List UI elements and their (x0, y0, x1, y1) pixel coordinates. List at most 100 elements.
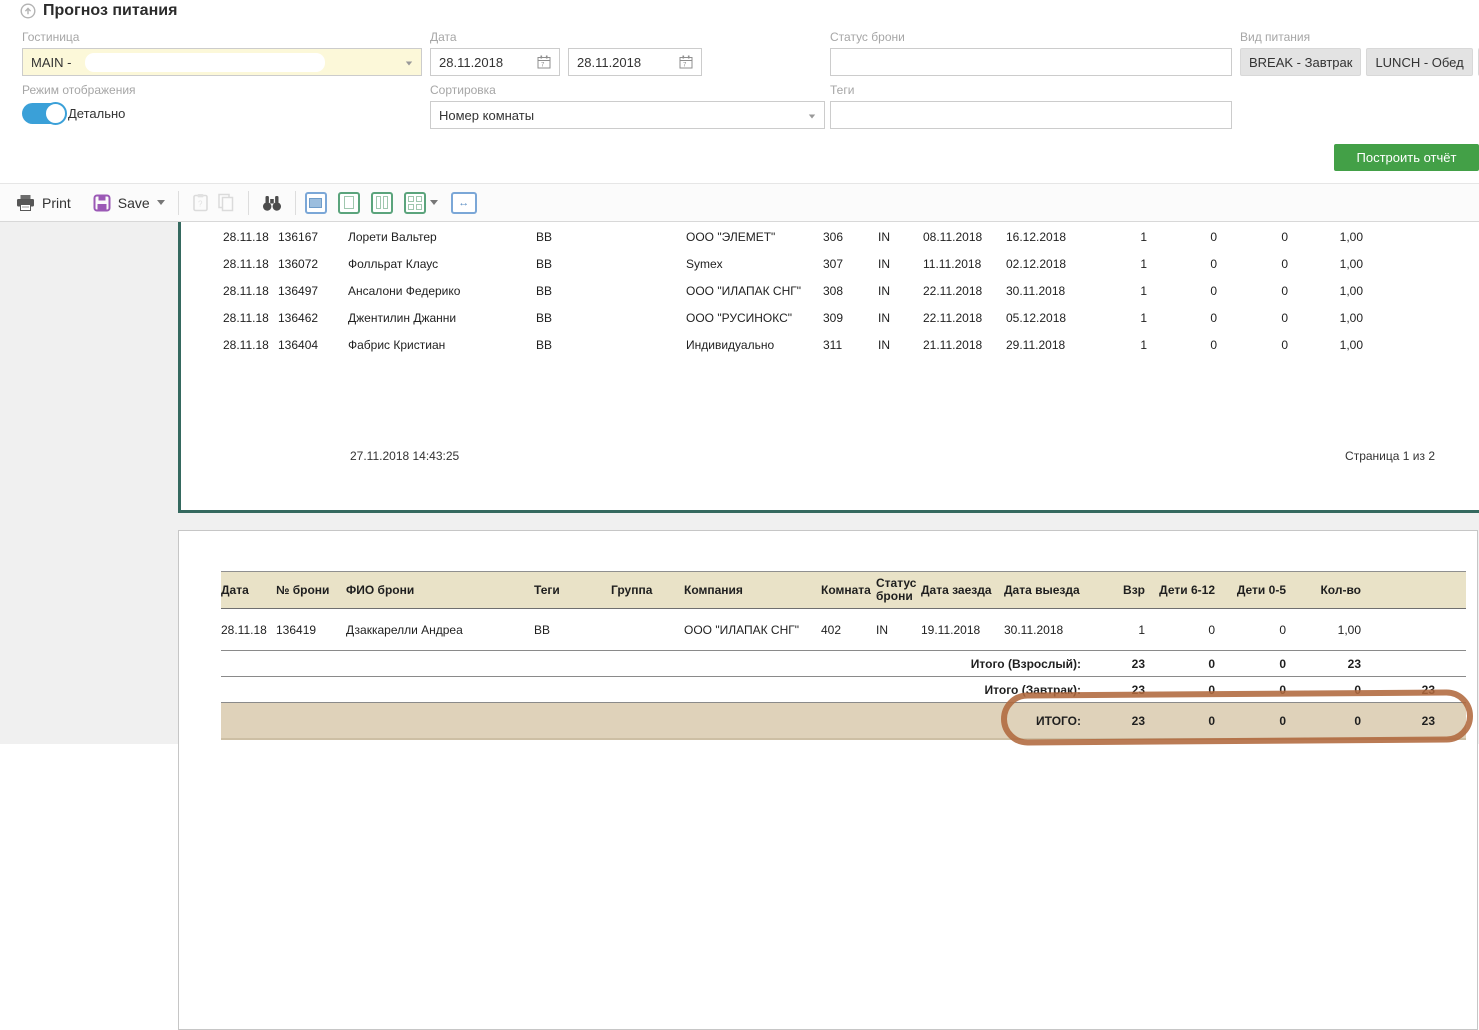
totals-qty: 0 (1294, 712, 1369, 730)
report-toolbar: Print Save ? ↔ (0, 183, 1479, 222)
cell-tags: BB (536, 336, 613, 354)
meal-tag-lunch[interactable]: LUNCH - Обед (1366, 48, 1472, 76)
cell-adults: 1 (1093, 336, 1155, 354)
cell-company: Индивидуально (686, 336, 823, 354)
view-two-pages-button[interactable] (371, 192, 393, 214)
totals-children-6-12: 0 (1153, 712, 1223, 730)
collapse-panel-icon[interactable] (20, 3, 36, 19)
cell-checkout: 29.11.2018 (1006, 336, 1093, 354)
cell-checkin: 22.11.2018 (923, 282, 1006, 300)
fit-width-button[interactable]: ↔ (451, 192, 477, 214)
cell-group (613, 289, 686, 293)
cell-guest-name: Лорети Вальтер (348, 228, 536, 246)
cell-checkout: 05.12.2018 (1006, 309, 1093, 327)
col-header: Комната (821, 581, 876, 599)
cell-tags: BB (536, 255, 613, 273)
cell-checkin: 22.11.2018 (923, 309, 1006, 327)
calendar-icon[interactable]: 7 (537, 55, 551, 69)
cell-checkout: 16.12.2018 (1006, 228, 1093, 246)
cell-room: 306 (823, 228, 878, 246)
cell-status: IN (878, 255, 923, 273)
tags-input[interactable] (830, 101, 1232, 129)
hotel-select[interactable]: MAIN - (22, 48, 422, 76)
cell-company: ООО "РУСИНОКС" (686, 309, 823, 327)
cell-adults: 1 (1093, 282, 1155, 300)
cell-room: 402 (821, 621, 876, 639)
paste-button[interactable]: ? (188, 193, 213, 212)
cell-children-6-12: 0 (1155, 336, 1225, 354)
build-report-button[interactable]: Построить отчёт (1334, 144, 1479, 171)
save-button[interactable]: Save (89, 194, 169, 212)
cell-date: 28.11.18 (223, 282, 278, 300)
cell-adults: 1 (1091, 621, 1153, 639)
cell-checkout: 30.11.2018 (1006, 282, 1093, 300)
totals-row: Итого (Взрослый): 23 0 0 23 (221, 651, 1466, 677)
calendar-icon[interactable]: 7 (679, 55, 693, 69)
cell-booking-no: 136497 (278, 282, 348, 300)
cell-children-0-5: 0 (1225, 336, 1296, 354)
cell-booking-no: 136419 (276, 621, 346, 639)
booking-status-label: Статус брони (830, 30, 1232, 44)
cell-children-6-12: 0 (1153, 621, 1223, 639)
cell-date: 28.11.18 (221, 621, 276, 639)
cell-date: 28.11.18 (223, 309, 278, 327)
svg-text:?: ? (198, 200, 203, 209)
cell-room: 311 (823, 336, 878, 354)
cell-booking-no: 136462 (278, 309, 348, 327)
meal-type-select[interactable]: BREAK - Завтрак LUNCH - Обед D (1240, 48, 1479, 76)
cell-group (611, 628, 684, 632)
totals-adults: 23 (1091, 681, 1153, 699)
meal-type-label: Вид питания (1240, 30, 1479, 44)
cell-room: 307 (823, 255, 878, 273)
multi-page-grid-icon (408, 196, 422, 210)
sorting-label: Сортировка (430, 83, 825, 97)
totals-grand: 23 (1369, 712, 1443, 730)
copy-button[interactable] (213, 193, 239, 212)
search-button[interactable] (258, 194, 286, 212)
totals-row: Итого (Завтрак): 23 0 0 0 23 (221, 677, 1466, 703)
toolbar-separator (295, 191, 296, 215)
cell-status: IN (878, 336, 923, 354)
table-header-row: Дата № брони ФИО брони Теги Группа Компа… (221, 571, 1466, 609)
date-from-input[interactable]: 28.11.2018 7 (430, 48, 560, 76)
chevron-down-icon[interactable] (430, 200, 438, 205)
toggle-knob-icon (44, 102, 67, 125)
meal-tag-breakfast[interactable]: BREAK - Завтрак (1240, 48, 1361, 76)
view-single-page-button[interactable] (338, 192, 360, 214)
cell-checkin: 11.11.2018 (923, 255, 1006, 273)
page2-row-mount: 28.11.18 136419 Дзаккарелли Андреа BB ОО… (221, 609, 1466, 651)
cell-extra (1371, 235, 1445, 239)
cell-children-6-12: 0 (1155, 255, 1225, 273)
page-title-text: Прогноз питания (43, 2, 177, 20)
print-button[interactable]: Print (12, 194, 75, 212)
cell-guest-name: Фабрис Кристиан (348, 336, 536, 354)
display-mode-toggle[interactable] (22, 103, 66, 124)
cell-extra (1371, 316, 1445, 320)
cell-status: IN (878, 309, 923, 327)
table-row: 28.11.18 136404 Фабрис Кристиан BB Индив… (223, 331, 1468, 358)
toolbar-separator (248, 191, 249, 215)
cell-children-0-5: 0 (1225, 282, 1296, 300)
col-header: Группа (611, 581, 684, 599)
cell-company: ООО "ИЛАПАК СНГ" (684, 621, 821, 639)
col-header: Дата (221, 581, 276, 599)
cell-room: 308 (823, 282, 878, 300)
col-header: Дети 0-5 (1223, 581, 1294, 599)
col-header: Кол-во (1294, 581, 1369, 599)
hotel-value: MAIN - (31, 55, 71, 70)
view-multi-page-button[interactable] (404, 192, 426, 214)
col-header-empty (1369, 588, 1443, 592)
cell-booking-no: 136167 (278, 228, 348, 246)
booking-status-input[interactable] (830, 48, 1232, 76)
chevron-down-icon (809, 115, 815, 119)
cell-adults: 1 (1093, 255, 1155, 273)
print-label: Print (42, 195, 71, 211)
col-header: Дата заезда (921, 581, 1004, 599)
sorting-select[interactable]: Номер комнаты (430, 101, 825, 129)
view-thumbnails-button[interactable] (305, 192, 327, 214)
cell-children-0-5: 0 (1225, 309, 1296, 327)
page-title: Прогноз питания (20, 2, 177, 20)
col-header: Взр (1091, 581, 1153, 599)
cell-room: 309 (823, 309, 878, 327)
date-to-input[interactable]: 28.11.2018 7 (568, 48, 702, 76)
